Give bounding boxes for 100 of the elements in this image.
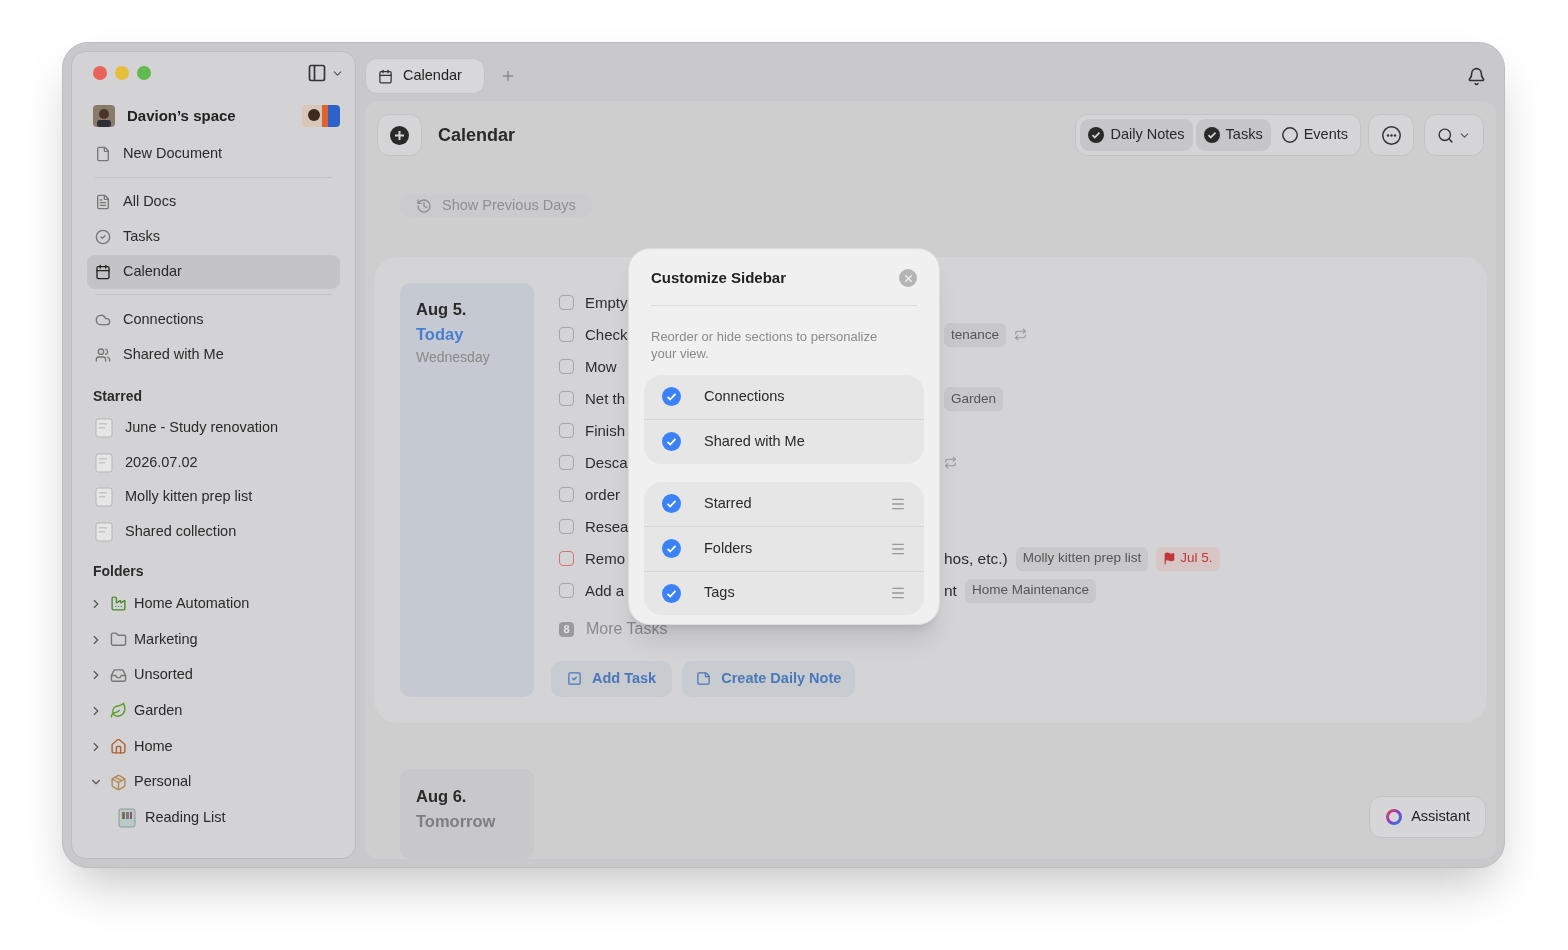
checkbox[interactable] [662, 539, 681, 559]
document-thumbnail-icon [95, 487, 113, 508]
document-icon [95, 146, 111, 162]
starred-item[interactable]: Shared collection [87, 514, 340, 549]
sidebar-item[interactable]: Tasks [87, 220, 340, 254]
section-heading: Folders [92, 562, 145, 581]
document-tag[interactable]: Garden [944, 386, 1004, 411]
task-checkbox[interactable] [559, 551, 574, 567]
add-button[interactable] [377, 114, 422, 156]
task-title[interactable]: Check [585, 325, 628, 343]
task-checkbox[interactable] [559, 391, 574, 407]
section-label: Shared with Me [704, 431, 806, 451]
sidebar-item[interactable]: Shared with Me [87, 338, 340, 372]
sidebar-item[interactable]: Connections [87, 303, 340, 337]
starred-item[interactable]: Molly kitten prep list [87, 480, 340, 515]
filter-toggle[interactable]: Events [1273, 119, 1356, 151]
folder-icon [110, 631, 127, 649]
filter-toggle[interactable]: Daily Notes [1080, 119, 1193, 151]
folder-item[interactable]: Unsorted [87, 657, 340, 694]
house-icon [110, 738, 127, 756]
folder-item[interactable]: Home Automation [87, 586, 340, 622]
cloud-icon [95, 312, 111, 328]
day-date: Aug 6. [416, 786, 468, 807]
section-label: Tags [704, 583, 736, 603]
task-title[interactable]: Mow [585, 357, 617, 375]
checkbox[interactable] [662, 583, 681, 603]
document-thumbnail-icon [95, 418, 113, 439]
assistant-button[interactable]: Assistant [1369, 796, 1486, 838]
flag-icon [1163, 552, 1177, 566]
plus-circle-icon [390, 125, 409, 145]
document-tag[interactable]: Molly kitten prep list [1015, 546, 1149, 571]
leaf-icon [110, 702, 127, 720]
zoom-window-button[interactable] [137, 66, 151, 80]
folder-item[interactable]: Marketing [87, 621, 340, 658]
more-tasks-count: 8 [559, 621, 574, 637]
due-date-tag: Jul 5. [1156, 546, 1220, 571]
document-tag[interactable]: tenance [944, 322, 1007, 347]
task-title[interactable]: hos, etc.) [944, 546, 1008, 571]
checkbox-icon [567, 671, 582, 687]
folder-item[interactable]: Reading List [87, 800, 340, 836]
checkbox[interactable] [662, 387, 681, 407]
section-label: Connections [704, 386, 786, 406]
close-icon [902, 272, 914, 284]
avatar [93, 105, 115, 127]
inbox-icon [110, 666, 127, 684]
calendar-icon [378, 68, 393, 84]
folder-item[interactable]: Garden [87, 693, 340, 729]
sidebar-panel-icon [307, 63, 327, 83]
task-checkbox[interactable] [559, 295, 574, 311]
folder-item[interactable]: Home [87, 728, 340, 765]
task-title[interactable]: nt [944, 578, 957, 603]
close-window-button[interactable] [93, 66, 107, 80]
more-button[interactable] [1368, 114, 1414, 156]
dialog-title: Customize Sidebar [651, 268, 788, 288]
task-title[interactable]: Add a [585, 581, 625, 599]
sidebar-item[interactable]: Calendar [87, 255, 340, 289]
new-tab-button[interactable] [500, 68, 516, 84]
starred-item[interactable]: 2026.07.02 [87, 445, 340, 480]
section-heading: Starred [92, 387, 144, 406]
note-icon [696, 671, 712, 687]
document-tag[interactable]: Home Maintenance [964, 578, 1096, 603]
task-title[interactable]: Finish [585, 421, 625, 439]
sidebar-item[interactable]: All Docs [87, 185, 340, 219]
task-title[interactable]: Remo [585, 549, 625, 567]
notifications-icon[interactable] [1467, 66, 1486, 86]
day-relative: Today [416, 323, 465, 345]
task-checkbox[interactable] [559, 423, 574, 439]
task-title[interactable]: Resea [585, 517, 629, 535]
task-checkbox[interactable] [559, 455, 574, 471]
checkbox[interactable] [662, 494, 681, 514]
section-label: Starred [704, 493, 753, 513]
workspace-name[interactable]: Davion’s space [127, 104, 290, 128]
filter-toggle[interactable]: Tasks [1195, 119, 1271, 151]
task-checkbox[interactable] [559, 519, 574, 535]
task-checkbox[interactable] [559, 583, 574, 599]
document-icon [95, 194, 111, 210]
minimize-window-button[interactable] [115, 66, 129, 80]
search-button[interactable] [1424, 114, 1484, 156]
people-icon [95, 347, 111, 363]
collaborator-avatars [302, 105, 340, 127]
task-checkbox[interactable] [559, 359, 574, 375]
checkbox[interactable] [662, 432, 681, 452]
dialog-description: Reorder or hide sections to personalize your view. [650, 327, 879, 362]
folder-item[interactable]: Personal [87, 764, 340, 801]
factory-icon [110, 595, 127, 613]
task-title[interactable]: Net th [585, 389, 626, 407]
more-icon [1381, 125, 1401, 145]
sidebar-toggle-button[interactable] [307, 63, 344, 83]
task-checkbox[interactable] [559, 487, 574, 503]
task-checkbox[interactable] [559, 327, 574, 343]
book-thumbnail-icon [118, 807, 136, 828]
task-title[interactable]: Empty [585, 293, 628, 311]
document-thumbnail-icon [95, 521, 113, 542]
task-title[interactable]: order [585, 485, 621, 503]
task-title[interactable]: Desca [585, 453, 628, 471]
search-icon [1437, 126, 1454, 144]
starred-item[interactable]: June - Study renovation [87, 411, 340, 446]
tab[interactable]: Calendar [365, 58, 485, 94]
new-document-button[interactable]: New Document [87, 138, 340, 170]
close-button[interactable] [899, 269, 917, 288]
